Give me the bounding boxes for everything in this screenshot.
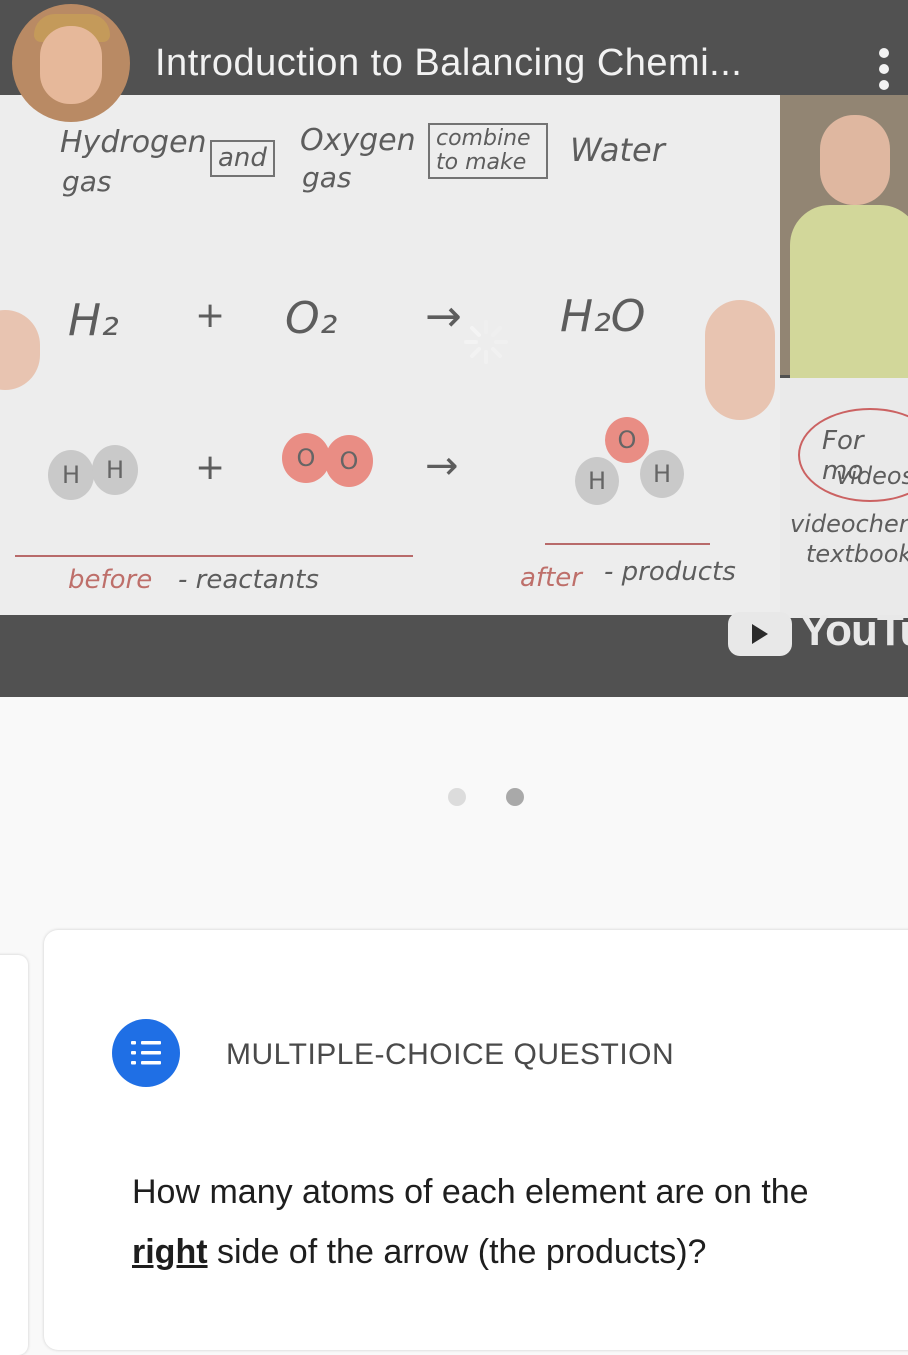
question-emphasis: right [132,1233,208,1271]
question-type-label: MULTIPLE-CHOICE QUESTION [226,1038,675,1071]
carousel-pager [448,788,524,806]
question-card: MULTIPLE-CHOICE QUESTION How many atoms … [44,930,908,1350]
video-dim-overlay [0,0,908,697]
checklist-icon [112,1019,180,1087]
question-text: How many atoms of each element are on th… [132,1162,832,1282]
youtube-play-icon[interactable] [728,612,792,656]
channel-avatar[interactable] [12,4,130,122]
question-text-part2: side of the arrow (the products)? [207,1233,707,1271]
avatar-face [40,26,102,104]
question-text-part1: How many atoms of each element are on th… [132,1173,809,1211]
more-options-icon[interactable] [872,48,896,90]
video-player[interactable]: Hydrogen gas and Oxygen gas combine to m… [0,0,908,697]
pager-dot-active[interactable] [506,788,524,806]
pager-dot[interactable] [448,788,466,806]
video-title[interactable]: Introduction to Balancing Chemi... [155,42,742,85]
loading-spinner-icon [464,320,508,364]
youtube-wordmark[interactable]: YouTub [800,606,908,656]
previous-card-peek[interactable] [0,955,28,1355]
